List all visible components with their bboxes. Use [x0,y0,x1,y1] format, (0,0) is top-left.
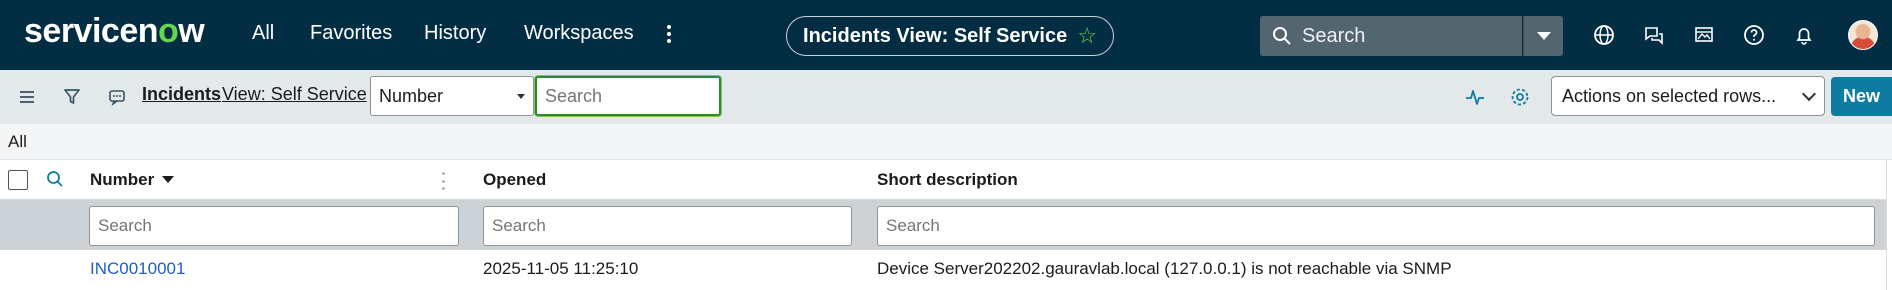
list-menu-icon[interactable] [14,84,40,110]
column-resize-handle[interactable] [442,172,445,190]
help-icon[interactable] [1741,22,1767,48]
column-search-toggle-icon[interactable] [46,170,64,193]
nav-workspaces[interactable]: Workspaces [524,22,634,45]
opened-cell: 2025-11-05 11:25:10 [483,259,639,278]
incident-number-link[interactable]: INC0010001 [90,259,185,279]
actions-on-selected-rows-select[interactable]: Actions on selected rows... [1551,76,1825,116]
globe-icon[interactable] [1591,22,1617,48]
search-field-select[interactable]: Number [370,76,534,116]
column-search-row [0,200,1892,250]
servicenow-logo[interactable]: servicenow [24,12,205,51]
table-scrollbar[interactable] [1886,160,1892,290]
context-title-pill[interactable]: Incidents View: Self Service ☆ [786,16,1114,56]
nav-favorites[interactable]: Favorites [310,22,392,45]
column-header-short-description[interactable]: Short description [877,170,1018,190]
media-gallery-icon[interactable] [1691,22,1717,48]
nav-history[interactable]: History [424,22,486,45]
filter-icon[interactable] [59,84,85,110]
table-row: INC0010001 2025-11-05 11:25:10 Device Se… [0,250,1892,290]
caret-down-icon [517,94,525,99]
gear-icon[interactable] [1507,84,1533,110]
context-title-label: Incidents View: Self Service [803,24,1068,47]
short-description-cell: Device Server202202.gauravlab.local (127… [877,259,1452,278]
column-header-row: Number Opened Short description [0,160,1892,200]
notifications-bell-icon[interactable] [1791,22,1817,48]
number-column-search-input[interactable] [89,206,459,246]
list-search-input[interactable] [535,76,721,116]
search-scope-dropdown[interactable] [1523,16,1563,56]
comment-icon[interactable] [104,84,130,110]
nav-all[interactable]: All [252,22,274,45]
chevron-down-icon [1801,86,1817,102]
column-header-opened[interactable]: Opened [483,170,546,190]
filter-all-link[interactable]: All [8,132,27,152]
select-all-checkbox[interactable] [8,170,28,190]
top-navigation-bar: servicenow All Favorites History Workspa… [0,0,1892,70]
actions-select-value: Actions on selected rows... [1562,85,1777,106]
new-button[interactable]: New [1831,77,1892,116]
breadcrumb-view[interactable]: View: Self Service [222,84,367,105]
sort-descending-icon [162,176,175,183]
search-icon [1273,27,1291,45]
more-menu-icon[interactable] [664,22,674,46]
short-description-column-search-input[interactable] [877,206,1875,246]
filter-breadcrumb-row: All [0,124,1892,160]
favorite-star-icon[interactable]: ☆ [1077,23,1097,49]
search-field-value: Number [379,85,444,106]
chevron-down-icon [1536,32,1551,40]
activity-pulse-icon[interactable] [1462,84,1488,110]
breadcrumb-incidents[interactable]: Incidents [142,84,221,105]
global-search-input[interactable]: Search [1260,16,1522,56]
opened-column-search-input[interactable] [483,206,852,246]
user-avatar[interactable] [1848,20,1878,50]
column-header-number[interactable]: Number [90,170,175,190]
global-search-label: Search [1302,24,1366,47]
column-header-number-label: Number [90,170,155,189]
chat-icon[interactable] [1641,22,1667,48]
